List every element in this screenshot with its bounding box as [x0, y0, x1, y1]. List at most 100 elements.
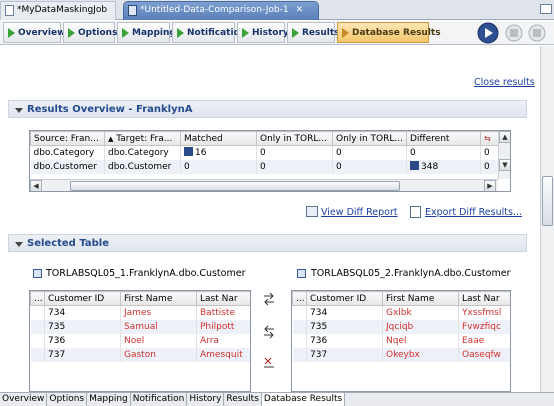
tab-mapping[interactable]: Mapping [87, 393, 131, 406]
collapse-icon [15, 108, 23, 113]
column-header-last-name[interactable]: Last Nar [458, 291, 510, 306]
page-vertical-scrollbar[interactable] [540, 46, 554, 392]
column-header-customer-id[interactable]: Customer ID [44, 291, 121, 306]
tab-notification[interactable]: Notification [131, 393, 188, 406]
target-cell: dbo.Customer [104, 159, 181, 174]
customer-id-cell: 734 [44, 305, 121, 320]
table-row[interactable]: dbo.Customer dbo.Customer 0 0 0 348 0 [30, 159, 499, 174]
stop-button[interactable] [505, 24, 523, 42]
scroll-down-icon[interactable]: ▼ [499, 159, 510, 171]
table-row[interactable]: 736 Nqel Eaae [292, 333, 510, 348]
column-chooser-icon[interactable]: ⇆ [480, 131, 499, 146]
tab-options[interactable]: Options [47, 393, 88, 406]
pause-button[interactable] [528, 24, 546, 42]
table-row[interactable]: 734 Gxlbk Yxssfmsl [292, 305, 510, 320]
export-diff-results-link[interactable]: Export Diff Results... [425, 207, 522, 218]
step-toolbar: Overview Options Mapping Notification Hi… [0, 21, 554, 45]
column-header-only-in-1[interactable]: Only in TORL... [256, 131, 333, 146]
scroll-right-icon[interactable]: ▶ [484, 180, 496, 191]
tab-database-results[interactable]: Database Results [261, 393, 346, 406]
step-arrow-icon [292, 27, 299, 38]
table-icon [33, 269, 42, 278]
table-row[interactable]: 736 Noel Arra [30, 333, 250, 348]
right-data-table[interactable]: ... Customer ID First Name Last Nar 734 G… [291, 290, 511, 392]
view-diff-report-link[interactable]: View Diff Report [321, 207, 398, 218]
sort-icon: ▲ [108, 134, 114, 143]
matched-cell: 16 [180, 145, 257, 160]
page-tab-bar: Overview Options Mapping Notification Hi… [0, 392, 554, 406]
matched-icon [184, 147, 193, 157]
vertical-scrollbar[interactable]: ▲ ▼ [498, 131, 510, 179]
step-label: Mapping [132, 27, 176, 38]
first-name-cell: Noel [120, 333, 197, 348]
table-row[interactable]: 737 Okeybx Oaseqfw [292, 347, 510, 362]
tab-results[interactable]: Results [224, 393, 262, 406]
report-icon [306, 206, 318, 217]
column-header-last-name[interactable]: Last Nar [196, 291, 250, 306]
table-row[interactable]: 735 Samual Philpott [30, 319, 250, 334]
editor-tab-label: *MyDataMaskingJob [17, 5, 108, 15]
step-results[interactable]: Results [287, 22, 340, 43]
column-header-only-in-2[interactable]: Only in TORL... [332, 131, 407, 146]
step-arrow-icon [242, 27, 249, 38]
tab-history[interactable]: History [187, 393, 225, 406]
table-icon [297, 269, 306, 278]
close-results-link[interactable]: Close results [474, 77, 535, 88]
close-icon[interactable]: ✕ [296, 5, 304, 15]
horizontal-scrollbar[interactable]: ◀ ▶ [30, 179, 498, 191]
column-header-matched[interactable]: Matched [180, 131, 257, 146]
last-name-cell: Amesquit [196, 347, 250, 362]
table-row[interactable]: 735 Jqciqb Fvwzfiqc [292, 319, 510, 334]
editor-tab-bar: *MyDataMaskingJob *Untitled-Data-Compari… [0, 0, 554, 20]
column-header-row-marker[interactable]: ... [292, 291, 307, 306]
table-row[interactable]: 734 James Battiste [30, 305, 250, 320]
copy-to-right-icon[interactable] [262, 292, 276, 306]
column-header-customer-id[interactable]: Customer ID [306, 291, 383, 306]
column-header-first-name[interactable]: First Name [120, 291, 197, 306]
scroll-left-icon[interactable]: ◀ [30, 180, 42, 191]
step-database-results[interactable]: Database Results [337, 22, 441, 43]
column-header-first-name[interactable]: First Name [382, 291, 459, 306]
column-header-row-marker[interactable]: ... [30, 291, 45, 306]
column-header-target[interactable]: ▲ Target: Fra... [104, 131, 181, 146]
customer-id-cell: 736 [44, 333, 121, 348]
step-overview[interactable]: Overview [3, 22, 65, 43]
copy-to-left-icon[interactable] [262, 325, 276, 339]
run-button[interactable] [477, 22, 499, 44]
first-name-cell: Nqel [382, 333, 459, 348]
export-icon [410, 206, 421, 218]
step-arrow-icon [122, 27, 129, 38]
table-row[interactable]: dbo.Category dbo.Category 16 0 0 0 0 [30, 145, 499, 160]
results-overview-table[interactable]: Source: Fran... ▲ Target: Fra... Matched… [29, 130, 511, 192]
scroll-up-icon[interactable]: ▲ [499, 131, 510, 143]
results-overview-title: Results Overview - FranklynA [27, 104, 193, 115]
step-label: Database Results [352, 27, 441, 38]
scroll-thumb[interactable] [70, 181, 400, 191]
editor-tab-masking-job[interactable]: *MyDataMaskingJob [0, 1, 116, 20]
customer-id-cell: 734 [306, 305, 383, 320]
right-table-name: TORLABSQL05_2.FranklynA.dbo.Customer [311, 268, 511, 279]
results-overview-header[interactable]: Results Overview - FranklynA [8, 100, 527, 118]
extra-cell: 0 [480, 159, 499, 174]
last-name-cell: Eaae [458, 333, 510, 348]
scroll-thumb[interactable] [542, 176, 553, 226]
only-in-2-cell: 0 [332, 159, 407, 174]
step-notification[interactable]: Notification [172, 22, 246, 43]
step-history[interactable]: History [237, 22, 289, 43]
step-mapping[interactable]: Mapping [117, 22, 176, 43]
only-in-1-cell: 0 [256, 145, 333, 160]
tab-overview[interactable]: Overview [0, 393, 48, 406]
step-label: Overview [18, 27, 66, 38]
left-data-table[interactable]: ... Customer ID First Name Last Nar 734 J… [29, 290, 251, 392]
column-header-different[interactable]: Different [406, 131, 481, 146]
column-header-source[interactable]: Source: Fran... [30, 131, 105, 146]
document-icon [5, 5, 14, 16]
editor-tab-comparison-job[interactable]: *Untitled-Data-Comparison-Job-1 ✕ [123, 1, 319, 20]
table-row[interactable]: 737 Gaston Amesquit [30, 347, 250, 362]
first-name-cell: Gxlbk [382, 305, 459, 320]
selected-table-header[interactable]: Selected Table [8, 234, 527, 252]
exclude-icon[interactable] [262, 356, 276, 370]
only-in-1-cell: 0 [256, 159, 333, 174]
maximize-icon[interactable] [540, 4, 552, 14]
step-options[interactable]: Options [63, 22, 117, 43]
